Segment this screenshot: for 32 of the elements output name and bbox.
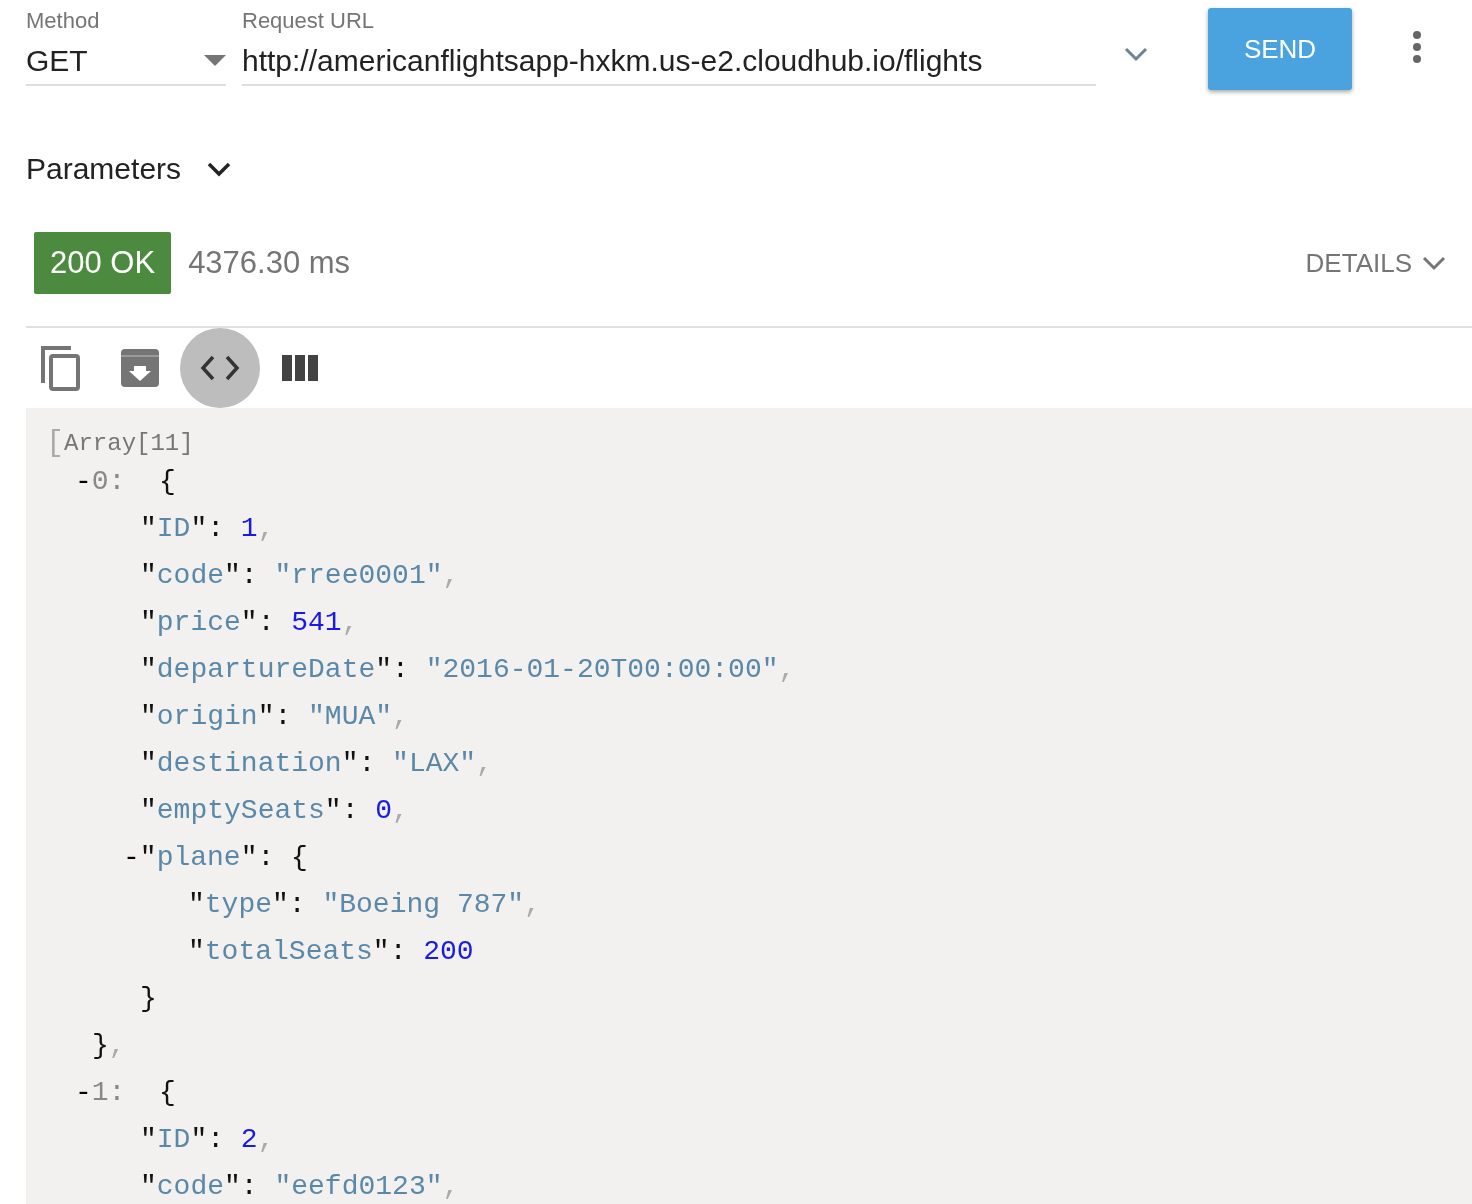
chevron-down-icon	[1422, 255, 1446, 271]
more-options-icon[interactable]	[1412, 30, 1422, 64]
url-field[interactable]: Request URL http://americanflightsapp-hxkm.us-e2.cloudhub.io/flights	[242, 8, 1096, 86]
code-line: "code": "eefd0123",	[140, 1170, 461, 1204]
response-time: 4376.30 ms	[188, 245, 352, 281]
method-dropdown[interactable]: Method GET	[26, 8, 226, 86]
code-line: "type": "Boeing 787",	[188, 888, 542, 922]
download-icon	[121, 349, 159, 387]
code-line: "ID": 1,	[140, 512, 276, 546]
code-line: "code": "rree0001",	[140, 559, 461, 593]
code-line: "ID": 2,	[140, 1123, 276, 1157]
code-line: "origin": "MUA",	[140, 700, 410, 734]
code-line[interactable]: -0: {	[75, 458, 1472, 505]
code-line: "emptySeats": 0,	[140, 794, 410, 828]
chevron-down-icon[interactable]	[207, 161, 232, 177]
columns-icon	[282, 355, 318, 381]
status-badge: 200 OK	[34, 232, 172, 294]
code-line: "destination": "LAX",	[140, 747, 494, 781]
array-header: [Array[11]	[46, 428, 195, 458]
code-icon	[200, 355, 240, 381]
code-line: "totalSeats": 200	[188, 935, 475, 969]
copy-icon	[40, 345, 80, 391]
code-line: }	[140, 982, 158, 1016]
code-line: },	[92, 1029, 127, 1063]
code-line[interactable]: -"plane": {	[123, 834, 1472, 881]
code-line: "departureDate": "2016-01-20T00:00:00",	[140, 653, 797, 687]
code-line[interactable]: -1: {	[75, 1069, 1472, 1116]
chevron-down-icon	[1124, 46, 1148, 62]
dropdown-arrow-icon	[204, 55, 226, 67]
code-line: "price": 541,	[140, 606, 360, 640]
details-button[interactable]: DETAILS	[1305, 247, 1446, 279]
parameters-toggle[interactable]: Parameters	[26, 152, 182, 186]
